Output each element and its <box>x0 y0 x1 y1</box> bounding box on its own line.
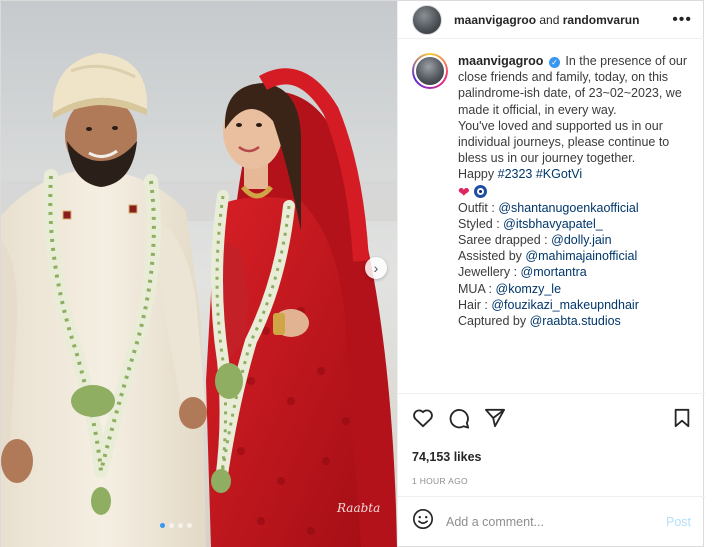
caption-avatar[interactable] <box>412 53 448 89</box>
carousel-dot-active <box>160 523 165 528</box>
caption-happy-line: Happy #2323 #KGotVi <box>458 166 691 182</box>
post-side-panel: maanvigagroo and randomvarun ••• maanvig… <box>397 1 705 546</box>
credit-line: Hair : @fouzikazi_makeupndhair <box>458 297 639 312</box>
bookmark-icon[interactable] <box>673 408 691 428</box>
credit-handle-link[interactable]: @komzy_le <box>496 282 562 296</box>
nazar-amulet-icon <box>473 185 487 199</box>
credit-handle-link[interactable]: @raabta.studios <box>530 314 621 328</box>
avatar[interactable] <box>412 4 442 35</box>
collaborator-username-link[interactable]: randomvarun <box>563 13 640 27</box>
caption-text: maanvigagroo ✓ In the presence of our cl… <box>458 53 691 329</box>
smiley-icon[interactable] <box>412 508 434 535</box>
credit-line: MUA : @komzy_le <box>458 281 562 296</box>
credit-line: Captured by @raabta.studios <box>458 314 621 329</box>
chevron-right-icon: › <box>373 260 379 276</box>
post-photo[interactable]: › Raabta <box>1 1 397 547</box>
wedding-couple-illustration <box>1 1 397 547</box>
caption-scroll-area[interactable]: maanvigagroo ✓ In the presence of our cl… <box>398 53 705 386</box>
credit-handle-link[interactable]: @shantanugoenkaofficial <box>498 201 638 215</box>
more-horizontal-icon[interactable]: ••• <box>672 11 692 29</box>
carousel-dot <box>169 523 174 528</box>
carousel-dots <box>160 523 192 528</box>
post-actions: 74,153 likes 1 HOUR AGO <box>398 393 705 486</box>
caption-paragraph-2: You've loved and supported us in our ind… <box>458 118 670 166</box>
post-header: maanvigagroo and randomvarun ••• <box>398 1 704 39</box>
share-icon[interactable] <box>484 408 506 428</box>
post-author-line: maanvigagroo and randomvarun <box>454 13 639 27</box>
credit-line: Styled : @itsbhavyapatel_ <box>458 216 603 231</box>
photo-watermark: Raabta <box>337 501 381 515</box>
caption-username-link[interactable]: maanvigagroo <box>458 54 543 68</box>
carousel-dot <box>178 523 183 528</box>
caption-emojis: ❤ <box>458 184 691 200</box>
carousel-next-button[interactable]: › <box>365 257 387 279</box>
credit-handle-link[interactable]: @mortantra <box>521 265 587 279</box>
heart-icon[interactable] <box>412 408 434 428</box>
hashtags-link[interactable]: #2323 #KGotVi <box>498 167 583 181</box>
comment-icon[interactable] <box>448 407 470 429</box>
credit-line: Saree drapped : @dolly.jain <box>458 233 612 248</box>
red-heart-icon: ❤ <box>458 183 470 200</box>
author-username-link[interactable]: maanvigagroo <box>454 13 536 27</box>
post-timestamp[interactable]: 1 HOUR AGO <box>412 476 691 486</box>
verified-badge-icon: ✓ <box>548 57 560 68</box>
credit-line: Outfit : @shantanugoenkaofficial <box>458 200 639 215</box>
credit-handle-link[interactable]: @fouzikazi_makeupndhair <box>491 298 639 312</box>
carousel-dot <box>187 523 192 528</box>
credit-handle-link[interactable]: @itsbhavyapatel_ <box>503 217 603 231</box>
credit-handle-link[interactable]: @dolly.jain <box>551 233 611 247</box>
instagram-post: › Raabta maanvigagroo and randomvarun ••… <box>0 0 705 547</box>
happy-prefix: Happy <box>458 167 495 182</box>
credit-line: Assisted by @mahimajainofficial <box>458 249 638 264</box>
likes-count[interactable]: 74,153 likes <box>412 450 691 464</box>
joiner-text: and <box>539 12 560 27</box>
credit-handle-link[interactable]: @mahimajainofficial <box>525 249 637 263</box>
credit-line: Jewellery : @mortantra <box>458 265 587 280</box>
comment-bar: Post <box>398 496 705 546</box>
post-comment-button[interactable]: Post <box>666 515 691 529</box>
comment-input[interactable] <box>446 514 666 529</box>
